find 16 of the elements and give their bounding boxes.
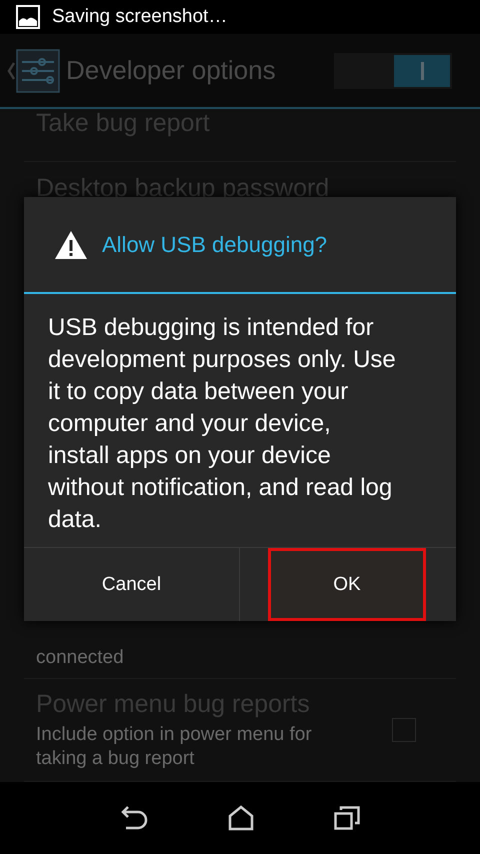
home-icon[interactable]	[228, 805, 254, 831]
dialog-title: Allow USB debugging?	[102, 232, 328, 258]
dialog-message: USB debugging is intended for development purposes only. Use it to copy data between your computer and your device, install apps on your device without notification, and read log data.	[47, 313, 397, 535]
setting-summary: Include option in power menu for taking a bug report	[36, 722, 313, 771]
back-icon[interactable]	[120, 805, 148, 831]
setting-summary: connected	[36, 646, 125, 670]
checkbox[interactable]	[392, 718, 416, 742]
cancel-button[interactable]: Cancel	[24, 548, 240, 621]
recent-apps-icon[interactable]	[334, 806, 360, 830]
notification-text: Saving screenshot…	[52, 6, 228, 28]
master-switch[interactable]	[334, 52, 452, 88]
image-icon	[16, 5, 40, 29]
ok-button[interactable]: OK	[268, 548, 426, 621]
screen-title: Developer options	[66, 55, 277, 86]
warning-icon	[54, 230, 88, 260]
sliders-icon	[16, 48, 60, 92]
